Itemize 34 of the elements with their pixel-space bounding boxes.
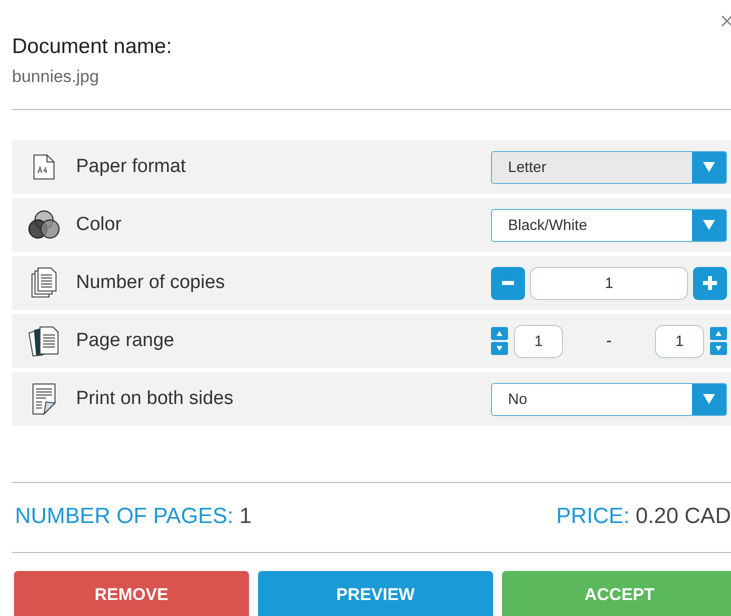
page-range-icon <box>28 325 60 357</box>
option-label: Print on both sides <box>76 388 234 410</box>
option-label: Paper format <box>76 156 187 178</box>
close-icon[interactable] <box>721 15 731 27</box>
dropdown[interactable]: Letter <box>491 150 727 184</box>
dropdown-arrow-icon <box>702 161 716 173</box>
price-label: PRICE: <box>556 503 630 530</box>
range-from-field[interactable]: 1 <box>514 324 563 358</box>
option-label: Number of copies <box>76 272 226 294</box>
paper-size-icon <box>33 154 55 180</box>
dropdown[interactable]: No <box>491 382 727 416</box>
range-to-field[interactable]: 1 <box>655 324 704 358</box>
color-circles-icon <box>26 210 62 240</box>
dropdown-arrow-icon <box>702 393 716 405</box>
document-name-label: Document name: <box>12 35 173 59</box>
decrement-button[interactable] <box>491 266 525 300</box>
dropdown[interactable]: Black/White <box>491 208 727 242</box>
copies-field[interactable]: 1 <box>530 266 688 300</box>
option-label: Page range <box>76 330 176 352</box>
price-value: 0.20 CAD <box>636 503 731 530</box>
plus-icon <box>703 276 717 290</box>
pages-label: NUMBER OF PAGES: <box>15 503 234 530</box>
spinner-icon[interactable] <box>491 327 508 355</box>
spinner-icon[interactable] <box>710 327 727 355</box>
document-name: bunnies.jpg <box>12 67 100 87</box>
minus-icon <box>502 281 514 285</box>
pages-count: 1 <box>239 503 252 530</box>
range-separator: - <box>605 331 613 351</box>
copies-icon <box>31 267 57 299</box>
option-label: Color <box>76 214 122 236</box>
increment-button[interactable] <box>693 266 727 300</box>
duplex-icon <box>32 383 56 415</box>
remove-button[interactable]: REMOVE <box>14 571 249 616</box>
dropdown-arrow-icon <box>702 219 716 231</box>
